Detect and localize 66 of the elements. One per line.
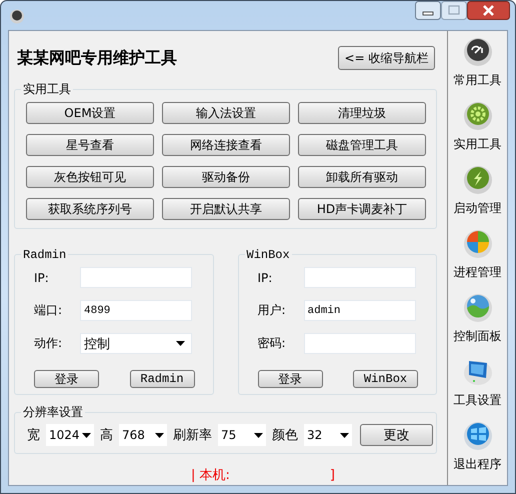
dropdown[interactable]: 768: [119, 424, 167, 446]
login-button[interactable]: 登录: [34, 370, 99, 388]
tool-button[interactable]: 开启默认共享: [162, 198, 290, 220]
tool-button[interactable]: OEM设置: [26, 102, 154, 124]
app-heading: 某某网吧专用维护工具: [17, 48, 177, 68]
dropdown[interactable]: 控制: [80, 333, 192, 354]
tool-button[interactable]: 星号查看: [26, 134, 154, 156]
tool-button[interactable]: 获取系统序列号: [26, 198, 154, 220]
launch-button[interactable]: Radmin: [130, 370, 194, 388]
caret-icon: [340, 432, 349, 438]
tool-button[interactable]: 磁盘管理工具: [298, 134, 426, 156]
tool-button[interactable]: 输入法设置: [162, 102, 290, 124]
collapse-button[interactable]: <= 收缩导航栏: [338, 46, 435, 70]
landscape-icon: [462, 291, 494, 323]
nav-item[interactable]: 退出程序: [448, 419, 506, 483]
pinwheel-icon: [462, 227, 494, 259]
caret-icon: [176, 341, 185, 346]
dropdown[interactable]: 1024: [46, 424, 94, 446]
caret-icon: [254, 432, 263, 438]
nav-item[interactable]: 控制面板: [448, 291, 506, 355]
login-button[interactable]: 登录: [258, 370, 322, 388]
tool-button[interactable]: 卸载所有驱动: [298, 166, 426, 188]
group-title: WinBox: [246, 248, 290, 262]
nav-item[interactable]: 工具设置: [448, 355, 506, 419]
text-field[interactable]: [304, 267, 416, 288]
text-field[interactable]: [304, 333, 416, 354]
text-field[interactable]: 4899: [80, 300, 192, 321]
app-icon: [9, 8, 25, 24]
dropdown[interactable]: 75: [218, 424, 266, 446]
status-text: ]: [330, 468, 335, 482]
field-label: 密码:: [258, 335, 287, 352]
field-label: 颜色: [272, 427, 298, 444]
group-title: 实用工具: [23, 82, 71, 96]
close-icon[interactable]: [467, 1, 510, 20]
field-label: 用户:: [258, 302, 287, 319]
caret-icon: [82, 432, 91, 438]
tool-button[interactable]: 网络连接查看: [162, 134, 290, 156]
group-title: Radmin: [23, 248, 66, 262]
minimize-icon[interactable]: [415, 1, 441, 20]
status-text: | 本机:: [191, 467, 230, 484]
panes-icon: [462, 419, 494, 451]
launch-button[interactable]: WinBox: [353, 370, 418, 388]
group-title: 分辨率设置: [23, 405, 83, 419]
gear-icon: [462, 99, 494, 131]
caret-icon: [155, 432, 164, 438]
field-label: IP:: [258, 270, 274, 284]
field-label: 端口:: [34, 302, 64, 319]
field-label: IP:: [34, 270, 50, 284]
field-label: 刷新率: [173, 427, 212, 444]
tool-button[interactable]: 驱动备份: [162, 166, 290, 188]
tool-button[interactable]: HD声卡调麦补丁: [298, 198, 426, 220]
tool-button[interactable]: 清理垃圾: [298, 102, 426, 124]
dropdown[interactable]: 32: [304, 424, 352, 446]
disc-icon: [462, 35, 494, 67]
field-label: 高: [100, 427, 113, 444]
nav-item[interactable]: 常用工具: [448, 35, 506, 99]
text-field[interactable]: admin: [304, 300, 416, 321]
nav-item[interactable]: 启动管理: [448, 163, 506, 227]
tool-button[interactable]: 灰色按钮可见: [26, 166, 154, 188]
field-label: 宽: [27, 427, 40, 444]
nav-item[interactable]: 进程管理: [448, 227, 506, 291]
apply-button[interactable]: 更改: [360, 424, 433, 446]
lightning-icon: [462, 163, 494, 195]
text-field[interactable]: [80, 267, 192, 288]
field-label: 动作:: [34, 335, 64, 352]
nav-item[interactable]: 实用工具: [448, 99, 506, 163]
